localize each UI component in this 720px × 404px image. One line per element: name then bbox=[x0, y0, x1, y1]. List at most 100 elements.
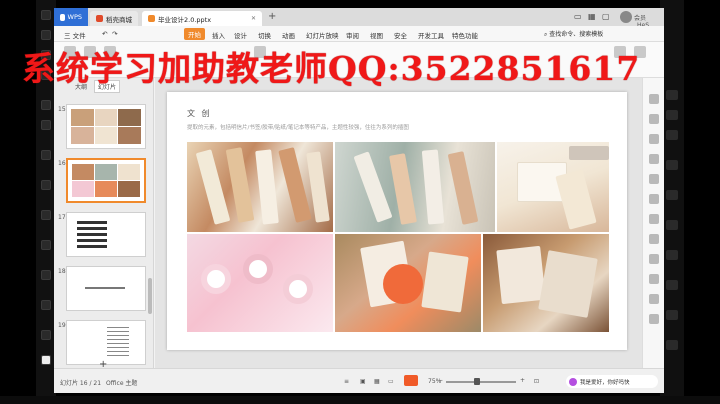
slide-canvas: 文 创 提取的元素，包括明信片/书签/胶带/贴纸/笔记本等特产品，主题性较强，住… bbox=[155, 78, 664, 368]
panel-icon[interactable] bbox=[649, 314, 659, 324]
panel-icon[interactable] bbox=[649, 274, 659, 284]
menu-review[interactable]: 审阅 bbox=[346, 30, 359, 40]
tool-icon[interactable] bbox=[666, 280, 678, 290]
tool-icon[interactable] bbox=[41, 240, 51, 250]
panel-icon[interactable] bbox=[649, 294, 659, 304]
menu-start[interactable]: 开始 bbox=[184, 28, 205, 40]
menu-dev[interactable]: 开发工具 bbox=[418, 30, 444, 40]
window-icon[interactable]: ▢ bbox=[602, 12, 610, 21]
tool-icon[interactable] bbox=[41, 150, 51, 160]
menu-design[interactable]: 设计 bbox=[234, 30, 247, 40]
tool-icon[interactable] bbox=[41, 330, 51, 340]
thumbnail-scrollbar[interactable] bbox=[148, 278, 152, 314]
menu-insert[interactable]: 插入 bbox=[212, 30, 225, 40]
slide-title[interactable]: 文 创 bbox=[187, 108, 212, 119]
avatar[interactable] bbox=[620, 11, 632, 23]
photo-bookmarks-illustrated[interactable] bbox=[187, 142, 333, 232]
panel-icon[interactable] bbox=[649, 134, 659, 144]
photo-bookmark-cards[interactable] bbox=[497, 142, 609, 232]
search-command[interactable]: ⌕ 查找命令、搜索模板 bbox=[544, 29, 603, 39]
sorter-view-icon[interactable]: ▦ bbox=[374, 378, 380, 385]
panel-icon[interactable] bbox=[649, 174, 659, 184]
new-tab-button[interactable]: + bbox=[268, 11, 276, 22]
zoom-slider[interactable] bbox=[446, 381, 516, 383]
menu-special[interactable]: 特色功能 bbox=[452, 30, 478, 40]
photo-washi-tape[interactable] bbox=[187, 234, 333, 332]
photo-bookmarks-pastel[interactable] bbox=[335, 142, 495, 232]
panel-icon[interactable] bbox=[649, 154, 659, 164]
menu-slideshow[interactable]: 幻灯片放映 bbox=[306, 30, 339, 40]
zoom-out-icon[interactable]: − bbox=[438, 377, 443, 384]
tool-icon[interactable] bbox=[41, 180, 51, 190]
tool-icon[interactable] bbox=[41, 120, 51, 130]
tab-label: 毕业设计2.0.pptx bbox=[158, 15, 212, 24]
menu-view[interactable]: 视图 bbox=[370, 30, 383, 40]
assistant-widget[interactable]: 我是爱好，你好吗快 bbox=[566, 375, 658, 388]
panel-icon[interactable] bbox=[649, 254, 659, 264]
tab-document[interactable]: 毕业设计2.0.pptx ✕ bbox=[142, 11, 262, 26]
watermark-overlay: 系统学习加助教老师QQ:3522851617 bbox=[22, 49, 641, 88]
menu-file[interactable]: 三 文件 bbox=[64, 30, 86, 40]
slide-number: 15 bbox=[58, 106, 66, 113]
tool-icon[interactable] bbox=[666, 310, 678, 320]
panel-icon[interactable] bbox=[649, 234, 659, 244]
tool-icon[interactable] bbox=[41, 30, 51, 40]
tool-icon[interactable] bbox=[666, 130, 678, 140]
grid-icon[interactable]: ▦ bbox=[588, 12, 596, 21]
slide-thumbnail-selected[interactable] bbox=[66, 158, 146, 203]
redo-icon[interactable]: ↷ bbox=[112, 30, 117, 38]
slide[interactable]: 文 创 提取的元素，包括明信片/书签/胶带/贴纸/笔记本等特产品，主题性较强，住… bbox=[167, 92, 627, 350]
fit-window-icon[interactable]: ⊡ bbox=[534, 378, 539, 385]
menu-animation[interactable]: 动画 bbox=[282, 30, 295, 40]
menu-security[interactable]: 安全 bbox=[394, 30, 407, 40]
tab-label: 稻壳商城 bbox=[106, 15, 132, 24]
thumbnail-collage bbox=[71, 109, 141, 144]
menu-bar: 三 文件 ↶ ↷ 开始 插入 设计 切换 动画 幻灯片放映 审阅 视图 安全 开… bbox=[54, 26, 664, 42]
undo-icon[interactable]: ↶ bbox=[102, 30, 107, 38]
slide-thumbnail[interactable] bbox=[66, 212, 146, 257]
search-label: 查找命令、搜索模板 bbox=[549, 31, 604, 38]
tool-icon[interactable] bbox=[666, 90, 678, 100]
tool-icon[interactable] bbox=[41, 300, 51, 310]
tool-icon[interactable] bbox=[666, 220, 678, 230]
slide-thumbnail[interactable] bbox=[66, 266, 146, 311]
tool-icon[interactable] bbox=[666, 340, 678, 350]
ppt-file-icon bbox=[148, 15, 155, 22]
panel-icon[interactable] bbox=[649, 94, 659, 104]
tool-icon[interactable] bbox=[666, 160, 678, 170]
right-side-panel bbox=[642, 78, 664, 368]
play-slideshow-button[interactable] bbox=[404, 375, 418, 386]
tool-icon[interactable] bbox=[666, 190, 678, 200]
photo-stickers-table[interactable] bbox=[483, 234, 609, 332]
taskbar-strip bbox=[0, 396, 720, 404]
reading-view-icon[interactable]: ▭ bbox=[388, 378, 394, 385]
normal-view-icon[interactable]: ▣ bbox=[360, 378, 366, 385]
color-swatch-icon[interactable] bbox=[41, 355, 51, 365]
tool-icon[interactable] bbox=[41, 100, 51, 110]
panel-icon[interactable] bbox=[649, 114, 659, 124]
zoom-slider-handle[interactable] bbox=[474, 378, 480, 385]
close-tab-icon[interactable]: ✕ bbox=[251, 15, 256, 22]
zoom-in-icon[interactable]: + bbox=[520, 377, 525, 384]
slide-description[interactable]: 提取的元素，包括明信片/书签/胶带/贴纸/笔记本等特产品，主题性较强，住往为系列… bbox=[187, 123, 409, 131]
tool-icon[interactable] bbox=[41, 10, 51, 20]
notes-icon[interactable]: ≡ bbox=[344, 378, 349, 385]
screen-frame: WPS 稻壳商城 毕业设计2.0.pptx ✕ + ▭ ▦ ▢ 会员_HeS..… bbox=[0, 0, 720, 404]
tab-mall[interactable]: 稻壳商城 bbox=[90, 11, 138, 26]
slide-number: 19 bbox=[58, 322, 66, 329]
panel-icon[interactable] bbox=[649, 214, 659, 224]
tool-icon[interactable] bbox=[666, 250, 678, 260]
tab-wps-home[interactable]: WPS bbox=[54, 8, 88, 26]
layout-icon[interactable]: ▭ bbox=[574, 12, 582, 21]
tool-icon[interactable] bbox=[666, 110, 678, 120]
slide-thumbnail[interactable] bbox=[66, 104, 146, 149]
thumbnail-collage bbox=[72, 164, 140, 197]
panel-icon[interactable] bbox=[649, 194, 659, 204]
assistant-icon bbox=[569, 377, 577, 386]
slide-number: 17 bbox=[58, 214, 66, 221]
photo-postcard-hands[interactable] bbox=[335, 234, 481, 332]
tab-bar: WPS 稻壳商城 毕业设计2.0.pptx ✕ + ▭ ▦ ▢ 会员_HeS..… bbox=[54, 8, 664, 29]
menu-switch[interactable]: 切换 bbox=[258, 30, 271, 40]
tool-icon[interactable] bbox=[41, 210, 51, 220]
tool-icon[interactable] bbox=[41, 270, 51, 280]
